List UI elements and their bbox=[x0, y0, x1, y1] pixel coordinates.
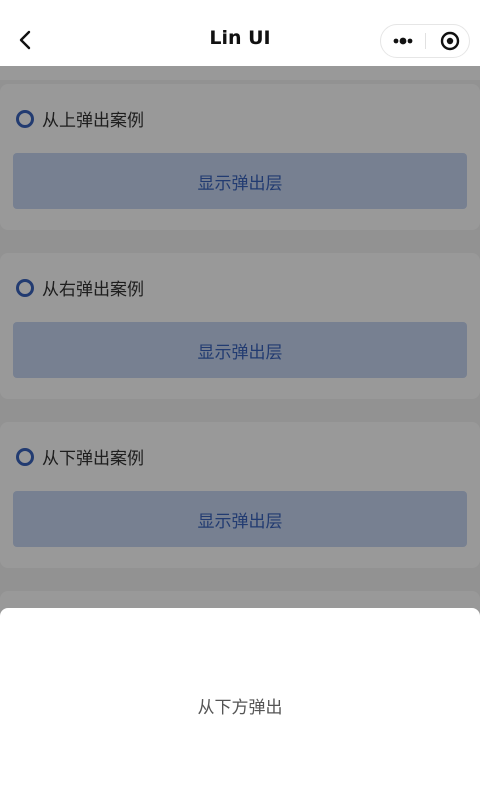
popup-text: 从下方弹出 bbox=[197, 698, 283, 718]
more-button[interactable] bbox=[381, 25, 425, 57]
close-mini-program-button[interactable] bbox=[426, 25, 470, 57]
record-icon bbox=[440, 31, 460, 51]
screen: Lin UI 从上弹出案例 显示弹出层 从右弹出案例 显示弹出层 从下弹出案例 … bbox=[0, 0, 480, 800]
more-dots-icon bbox=[393, 37, 413, 45]
bottom-popup: 从下方弹出 bbox=[0, 608, 480, 800]
mini-program-capsule bbox=[380, 24, 470, 58]
